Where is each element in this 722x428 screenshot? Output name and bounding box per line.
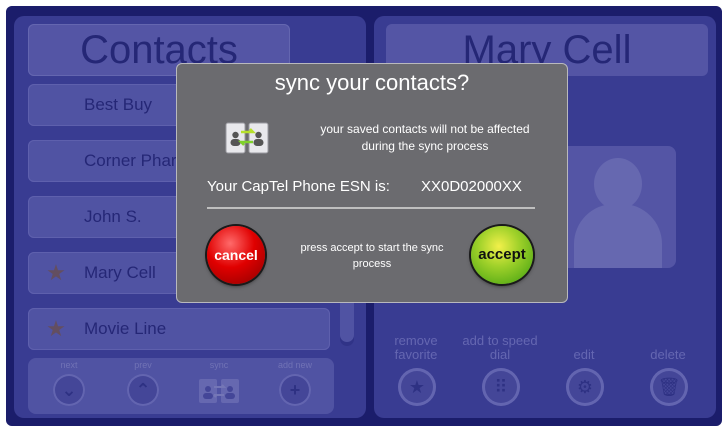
cancel-button[interactable]: cancel bbox=[207, 226, 265, 284]
dialog-divider bbox=[207, 207, 535, 209]
accept-hint: press accept to start the sync process bbox=[300, 242, 444, 270]
app-screen: Contacts Best Buy Corner Pharmacy John S… bbox=[6, 6, 722, 426]
dialog-message: your saved contacts will not be affected… bbox=[320, 122, 530, 153]
esn-value: XX0D02000XX bbox=[421, 178, 522, 195]
accept-button[interactable]: accept bbox=[471, 226, 533, 284]
sync-contacts-icon bbox=[225, 122, 269, 154]
esn-label: Your CapTel Phone ESN is: bbox=[207, 178, 390, 195]
dialog-title: sync your contacts? bbox=[274, 70, 470, 95]
sync-dialog: sync your contacts? your saved contacts … bbox=[176, 63, 568, 303]
